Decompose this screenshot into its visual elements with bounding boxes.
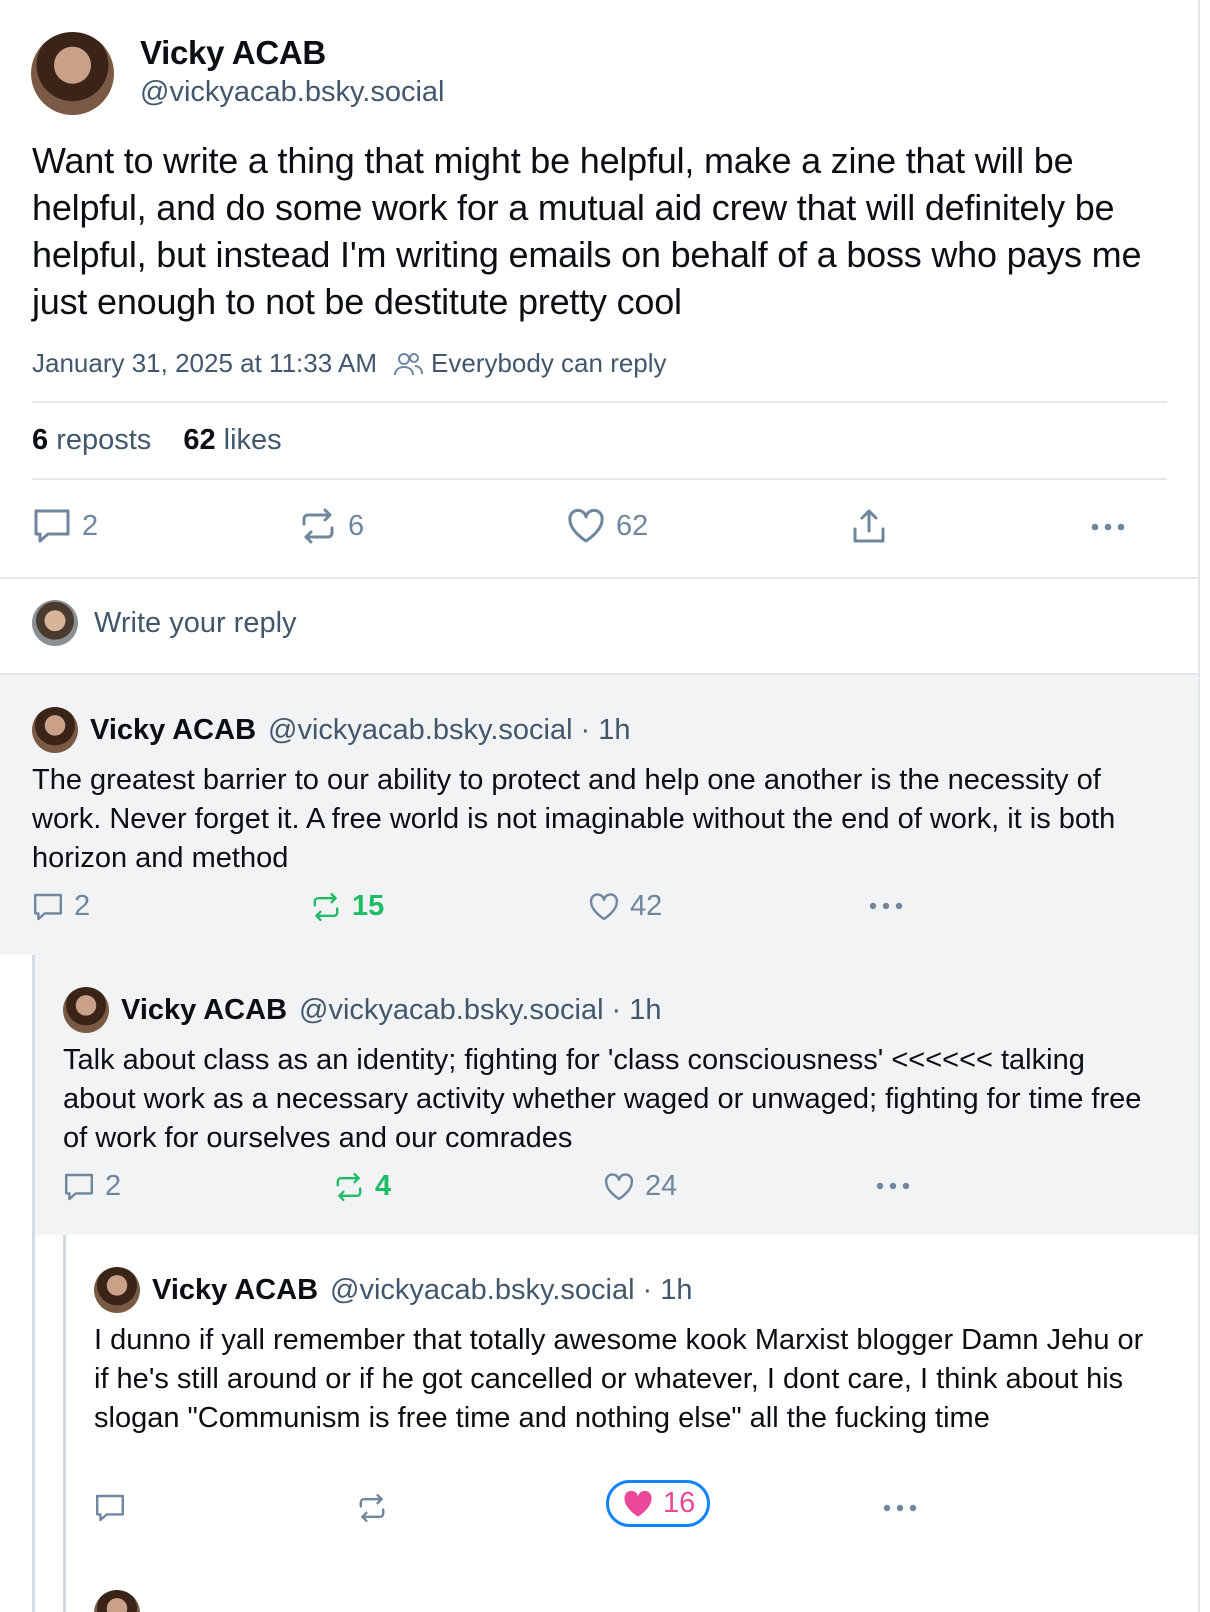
divider bbox=[32, 401, 1167, 403]
reply-header: Vicky ACAB @vickyacab.bsky.social · 1h bbox=[63, 987, 662, 1033]
like-button[interactable]: 42 bbox=[588, 890, 662, 923]
author-avatar[interactable] bbox=[32, 707, 78, 753]
reply-header: Vicky ACAB @vickyacab.bsky.social · 1h bbox=[32, 707, 631, 753]
reply-button[interactable]: 2 bbox=[32, 507, 98, 545]
more-options-button[interactable] bbox=[880, 1492, 920, 1524]
like-button[interactable]: 24 bbox=[603, 1170, 677, 1203]
author-name[interactable]: Vicky ACAB bbox=[152, 1274, 318, 1307]
reposts-stat[interactable]: 6 reposts bbox=[32, 424, 151, 457]
reply-actions: 2 15 42 bbox=[32, 890, 1132, 930]
likes-stat[interactable]: 62 likes bbox=[183, 424, 281, 457]
next-reply-avatar[interactable] bbox=[94, 1590, 140, 1612]
column-border bbox=[1198, 0, 1200, 1612]
post-time: · 1h bbox=[611, 993, 662, 1026]
ellipsis-icon bbox=[876, 1182, 910, 1190]
share-icon bbox=[853, 509, 885, 543]
more-options-button[interactable] bbox=[873, 1170, 913, 1202]
heart-filled-icon bbox=[624, 1490, 652, 1517]
author-name[interactable]: Vicky ACAB bbox=[90, 714, 256, 747]
comment-icon bbox=[96, 1494, 124, 1522]
repost-button[interactable]: 6 bbox=[298, 507, 364, 545]
repost-icon bbox=[336, 1172, 362, 1201]
repost-button[interactable] bbox=[356, 1492, 388, 1524]
ellipsis-icon bbox=[883, 1504, 917, 1512]
ellipsis-icon bbox=[1091, 523, 1125, 531]
like-button[interactable]: 16 bbox=[606, 1480, 711, 1527]
heart-icon bbox=[604, 1172, 634, 1200]
comment-icon bbox=[65, 1173, 93, 1200]
ellipsis-icon bbox=[869, 902, 903, 910]
share-button[interactable] bbox=[850, 507, 888, 545]
post-text: Want to write a thing that might be help… bbox=[32, 140, 1142, 322]
post-time: · 1h bbox=[642, 1273, 693, 1306]
repost-button[interactable]: 15 bbox=[310, 890, 384, 923]
post-stats: 6 reposts 62 likes bbox=[32, 424, 282, 457]
post-actions: 2 6 62 bbox=[32, 505, 1167, 551]
reply-button[interactable] bbox=[94, 1492, 126, 1524]
people-icon bbox=[393, 352, 423, 375]
repost-icon bbox=[359, 1494, 385, 1522]
reply-placeholder: Write your reply bbox=[94, 606, 297, 639]
post-time: · 1h bbox=[580, 713, 631, 746]
heart-icon bbox=[589, 892, 619, 920]
repost-icon bbox=[313, 892, 339, 921]
reply-actions: 2 4 24 bbox=[63, 1170, 1143, 1210]
repost-button[interactable]: 4 bbox=[333, 1170, 391, 1203]
reply-settings[interactable]: Everybody can reply bbox=[393, 348, 667, 379]
reply-header: Vicky ACAB @vickyacab.bsky.social · 1h bbox=[94, 1267, 693, 1313]
reply-button[interactable]: 2 bbox=[63, 1170, 121, 1203]
author-avatar[interactable] bbox=[63, 987, 109, 1033]
author-handle[interactable]: @vickyacab.bsky.social bbox=[299, 994, 604, 1027]
post-timestamp: January 31, 2025 at 11:33 AM bbox=[32, 348, 377, 378]
reply-settings-label: Everybody can reply bbox=[430, 348, 667, 378]
post-meta: January 31, 2025 at 11:33 AM Everybody c… bbox=[32, 348, 667, 379]
divider bbox=[32, 478, 1167, 480]
reply-button[interactable]: 2 bbox=[32, 890, 90, 923]
reply-text: The greatest barrier to our ability to p… bbox=[32, 764, 1116, 874]
thread-line bbox=[63, 1235, 66, 1612]
heart-icon bbox=[568, 508, 604, 543]
more-options-button[interactable] bbox=[866, 890, 906, 922]
author-handle[interactable]: @vickyacab.bsky.social bbox=[268, 714, 573, 747]
author-avatar[interactable] bbox=[94, 1267, 140, 1313]
reply-text: Talk about class as an identity; fightin… bbox=[63, 1044, 1142, 1154]
repost-icon bbox=[302, 508, 334, 544]
author-name[interactable]: Vicky ACAB bbox=[140, 34, 326, 72]
comment-icon bbox=[34, 509, 70, 543]
author-handle[interactable]: @vickyacab.bsky.social bbox=[140, 76, 445, 109]
like-button[interactable]: 62 bbox=[566, 507, 648, 545]
more-options-button[interactable] bbox=[1088, 507, 1128, 545]
reply-text: I dunno if yall remember that totally aw… bbox=[94, 1324, 1144, 1434]
comment-icon bbox=[34, 893, 62, 920]
author-handle[interactable]: @vickyacab.bsky.social bbox=[330, 1274, 635, 1307]
author-name[interactable]: Vicky ACAB bbox=[121, 994, 287, 1027]
write-reply-input[interactable]: Write your reply bbox=[32, 600, 297, 646]
reply-actions: 16 bbox=[94, 1480, 1154, 1540]
current-user-avatar bbox=[32, 600, 78, 646]
thread-line bbox=[32, 1235, 35, 1612]
author-avatar[interactable] bbox=[31, 32, 114, 115]
divider bbox=[0, 577, 1198, 579]
